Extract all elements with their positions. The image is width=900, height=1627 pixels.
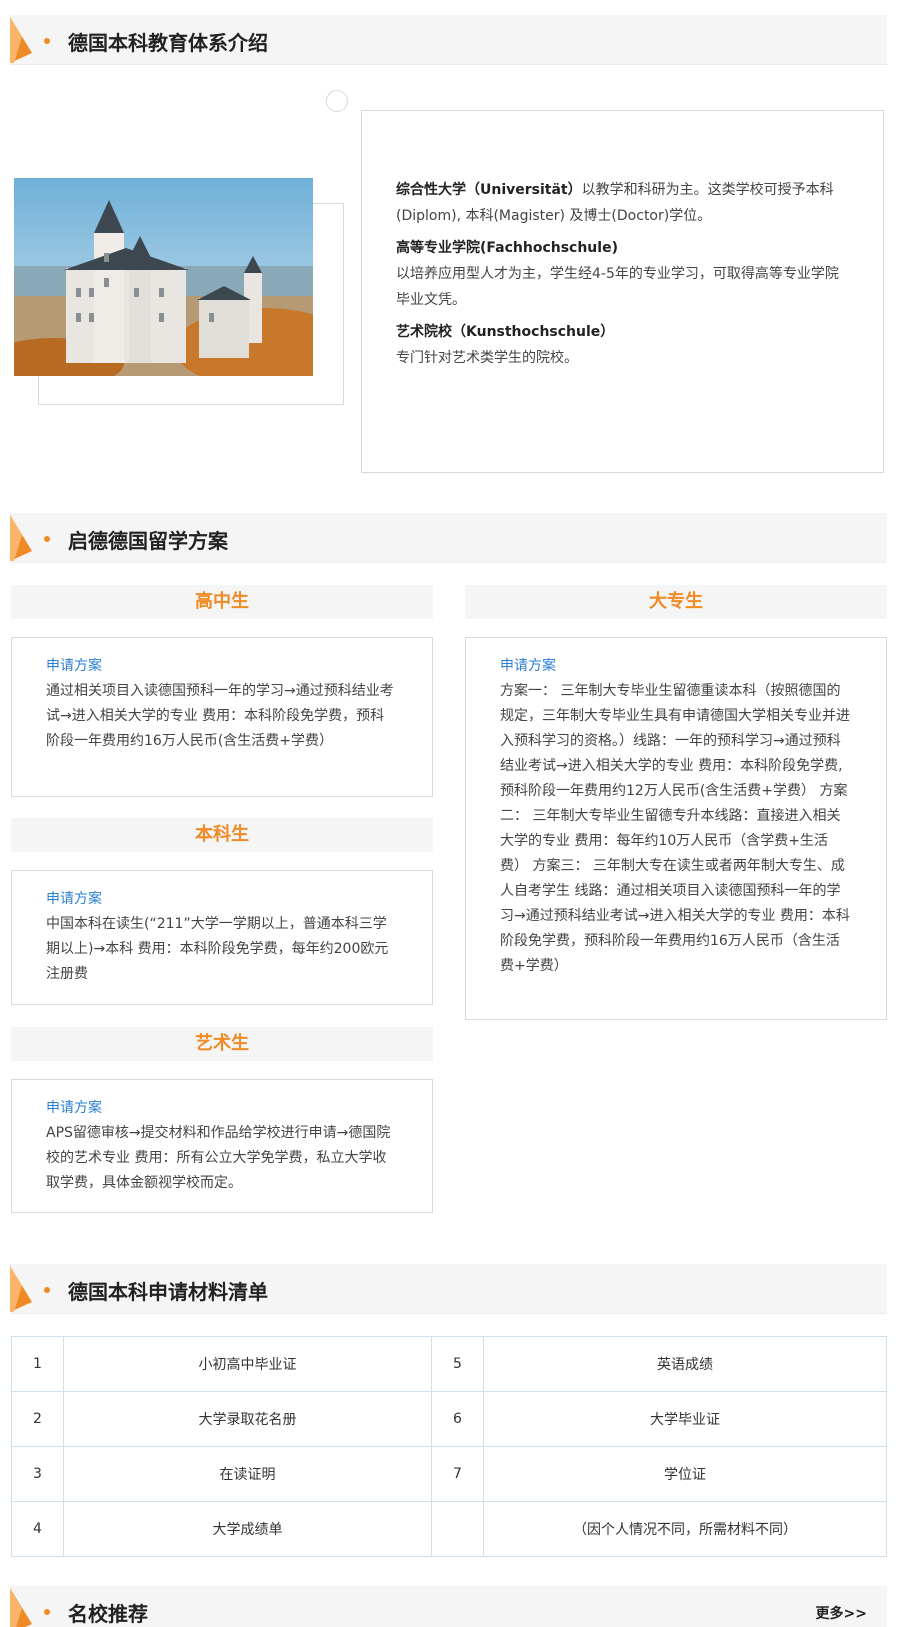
intro-item-art: 艺术院校（Kunsthochschule） 专门针对艺术类学生的院校。 xyxy=(396,319,846,371)
decor-circle xyxy=(326,90,348,112)
section-title: 启德德国留学方案 xyxy=(68,529,228,553)
item-title: 艺术院校（Kunsthochschule） xyxy=(396,324,615,340)
item-text: 专门针对艺术类学生的院校。 xyxy=(396,350,578,366)
material-name: 小初高中毕业证 xyxy=(63,1336,432,1392)
table-row: 2 大学录取花名册 6 大学毕业证 xyxy=(11,1391,887,1447)
table-row: 3 在读证明 7 学位证 xyxy=(11,1446,887,1502)
plan-title-high-school: 高中生 xyxy=(11,585,433,619)
row-number: 4 xyxy=(11,1501,64,1557)
bullet-dot xyxy=(44,38,50,44)
item-title: 综合性大学（Universität） xyxy=(396,182,582,198)
intro-box: 综合性大学（Universität）以教学和科研为主。这类学校可授予本科(Dip… xyxy=(361,110,884,473)
pennant-icon xyxy=(10,1588,32,1627)
section-title: 德国本科教育体系介绍 xyxy=(68,31,268,55)
row-number: 3 xyxy=(11,1446,64,1502)
pennant-icon xyxy=(10,515,32,561)
row-number: 1 xyxy=(11,1336,64,1392)
bullet-dot xyxy=(44,1287,50,1293)
row-number: 7 xyxy=(431,1446,484,1502)
castle-photo xyxy=(14,178,313,376)
plan-box-undergrad: 申请方案 中国本科在读生(“211”大学一学期以上，普通本科三学期以上)→本科 … xyxy=(11,870,433,1005)
material-name: 在读证明 xyxy=(63,1446,432,1502)
table-row: 1 小初高中毕业证 5 英语成绩 xyxy=(11,1336,887,1392)
plan-text: 通过相关项目入读德国预科一年的学习→通过预科结业考试→进入相关大学的专业 费用：… xyxy=(46,683,394,749)
plan-title-undergrad: 本科生 xyxy=(11,818,433,852)
plan-text: 中国本科在读生(“211”大学一学期以上，普通本科三学期以上)→本科 费用：本科… xyxy=(46,916,389,982)
plan-box-art: 申请方案 APS留德审核→提交材料和作品给学校进行申请→德国院校的艺术专业 费用… xyxy=(11,1079,433,1213)
section-title: 德国本科申请材料清单 xyxy=(68,1280,268,1304)
row-number xyxy=(431,1501,484,1557)
plan-text: APS留德审核→提交材料和作品给学校进行申请→德国院校的艺术专业 费用：所有公立… xyxy=(46,1125,391,1191)
section-header-materials: 德国本科申请材料清单 xyxy=(10,1264,887,1314)
row-number: 5 xyxy=(431,1336,484,1392)
bullet-dot xyxy=(44,1609,50,1615)
more-link[interactable]: 更多>> xyxy=(816,1603,867,1623)
bullet-dot xyxy=(44,536,50,542)
apply-plan-label[interactable]: 申请方案 xyxy=(46,1096,398,1121)
row-number: 2 xyxy=(11,1391,64,1447)
intro-item-university: 综合性大学（Universität）以教学和科研为主。这类学校可授予本科(Dip… xyxy=(396,177,846,229)
material-name: 大学毕业证 xyxy=(483,1391,887,1447)
table-row: 4 大学成绩单 （因个人情况不同，所需材料不同） xyxy=(11,1501,887,1557)
item-text: 以培养应用型人才为主，学生经4-5年的专业学习，可取得高等专业学院毕业文凭。 xyxy=(396,266,839,308)
material-name: 大学成绩单 xyxy=(63,1501,432,1557)
apply-plan-label[interactable]: 申请方案 xyxy=(500,654,852,679)
pennant-icon xyxy=(10,17,32,63)
section-header-intro: 德国本科教育体系介绍 xyxy=(10,15,887,65)
intro-item-fh: 高等专业学院(Fachhochschule) 以培养应用型人才为主，学生经4-5… xyxy=(396,235,846,313)
plan-box-college: 申请方案 方案一： 三年制大专毕业生留德重读本科（按照德国的规定，三年制大专毕业… xyxy=(465,637,887,1020)
material-name: （因个人情况不同，所需材料不同） xyxy=(483,1501,887,1557)
section-header-plans: 启德德国留学方案 xyxy=(10,513,887,563)
material-name: 学位证 xyxy=(483,1446,887,1502)
section-title: 名校推荐 xyxy=(68,1602,148,1626)
section-header-schools: 名校推荐 更多>> xyxy=(10,1586,887,1627)
row-number: 6 xyxy=(431,1391,484,1447)
apply-plan-label[interactable]: 申请方案 xyxy=(46,654,398,679)
apply-plan-label[interactable]: 申请方案 xyxy=(46,887,398,912)
plan-title-art: 艺术生 xyxy=(11,1027,433,1061)
pennant-icon xyxy=(10,1266,32,1312)
plan-text: 方案一： 三年制大专毕业生留德重读本科（按照德国的规定，三年制大专毕业生具有申请… xyxy=(500,683,850,974)
materials-table: 1 小初高中毕业证 5 英语成绩 2 大学录取花名册 6 大学毕业证 3 在读证… xyxy=(11,1336,887,1557)
plan-box-high-school: 申请方案 通过相关项目入读德国预科一年的学习→通过预科结业考试→进入相关大学的专… xyxy=(11,637,433,797)
item-title: 高等专业学院(Fachhochschule) xyxy=(396,240,618,256)
material-name: 英语成绩 xyxy=(483,1336,887,1392)
material-name: 大学录取花名册 xyxy=(63,1391,432,1447)
plan-title-college: 大专生 xyxy=(465,585,887,619)
